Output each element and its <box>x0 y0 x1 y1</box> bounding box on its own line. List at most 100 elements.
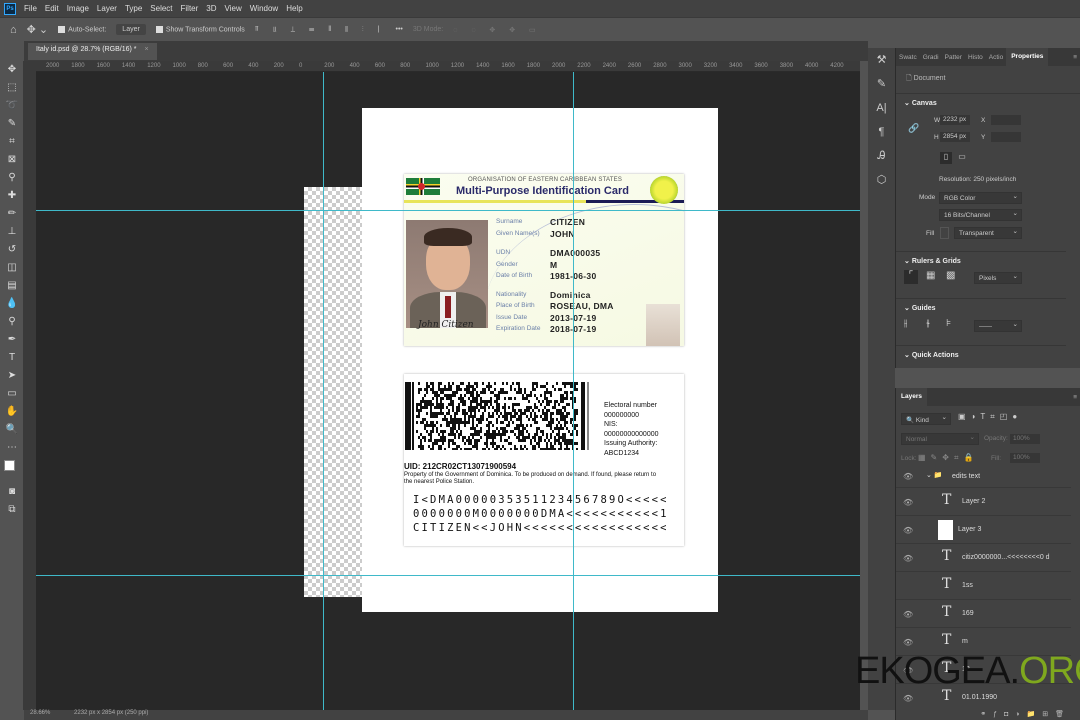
gradient-tool-icon[interactable]: ▤ <box>0 277 24 295</box>
document-tab[interactable]: Italy id.psd @ 28.7% (RGB/16) * × <box>28 43 157 60</box>
auto-select-checkbox[interactable]: Auto-Select: <box>58 26 106 33</box>
id-card-front[interactable]: ORGANISATION OF EASTERN CARIBBEAN STATES… <box>404 174 684 346</box>
grid-icon[interactable]: ▦ <box>926 270 935 281</box>
eyedropper-icon[interactable]: ⚲ <box>0 169 24 187</box>
more-tools-icon[interactable]: ⋯ <box>0 439 24 457</box>
3d-icon[interactable]: ⬡ <box>868 168 895 192</box>
fill-dropdown[interactable]: Transparent <box>954 227 1022 239</box>
layer-name[interactable]: m <box>962 638 968 645</box>
menu-3d[interactable]: 3D <box>206 4 216 13</box>
healing-brush-icon[interactable]: ✚ <box>0 187 24 205</box>
tab-gradients[interactable]: Gradi <box>920 54 942 61</box>
type-tool-icon[interactable]: T <box>0 349 24 367</box>
layer-name[interactable]: 169 <box>962 610 974 617</box>
ruler-icon[interactable]: ⌜ <box>904 270 918 284</box>
quick-select-icon[interactable]: ✎ <box>0 115 24 133</box>
canvas-section-header[interactable]: ⌄ Canvas <box>896 94 1080 112</box>
dodge-tool-icon[interactable]: ⚲ <box>0 313 24 331</box>
portrait-icon[interactable]: ▯ <box>940 152 952 164</box>
rulers-grids-header[interactable]: ⌄ Rulers & Grids <box>896 251 1066 270</box>
screen-mode-icon[interactable]: ⧉ <box>0 501 24 519</box>
visibility-eye-icon[interactable]: 👁 <box>903 526 913 535</box>
menu-select[interactable]: Select <box>150 4 172 13</box>
quick-actions-header[interactable]: ⌄ Quick Actions <box>896 345 1066 364</box>
move-tool-icon[interactable]: ✥ ⌄ <box>27 23 49 36</box>
auto-select-target-dropdown[interactable]: Layer <box>116 24 146 35</box>
menu-edit[interactable]: Edit <box>45 4 59 13</box>
color-swatches-icon[interactable] <box>0 457 24 483</box>
layer-name[interactable]: 01.01.1990 <box>962 694 997 701</box>
guide-horizontal[interactable] <box>36 210 860 211</box>
menu-window[interactable]: Window <box>250 4 278 13</box>
guide-style-dropdown[interactable]: —— <box>974 320 1022 332</box>
width-field[interactable]: 2232 px <box>940 115 970 125</box>
menu-image[interactable]: Image <box>67 4 89 13</box>
layer-name[interactable]: Layer 3 <box>958 526 981 533</box>
panel-menu-icon[interactable]: ≡ <box>1070 394 1080 401</box>
visibility-eye-icon[interactable]: 👁 <box>903 638 913 647</box>
smart-guides-icon[interactable]: ⊧ <box>946 318 951 329</box>
menu-type[interactable]: Type <box>125 4 142 13</box>
hand-tool-icon[interactable]: ✋ <box>0 403 24 421</box>
layer-row[interactable]: 👁 Layer 3 <box>896 516 1071 544</box>
menu-layer[interactable]: Layer <box>97 4 117 13</box>
menu-file[interactable]: File <box>24 4 37 13</box>
layer-row[interactable]: T1ss <box>896 572 1071 600</box>
visibility-eye-icon[interactable]: 👁 <box>903 554 913 563</box>
pixel-grid-icon[interactable]: ▩ <box>946 270 955 281</box>
landscape-icon[interactable]: ▭ <box>956 152 968 164</box>
clone-stamp-icon[interactable]: ⊥ <box>0 223 24 241</box>
visibility-eye-icon[interactable]: 👁 <box>903 610 913 619</box>
history-brush-icon[interactable]: ↺ <box>0 241 24 259</box>
units-dropdown[interactable]: Pixels <box>974 272 1022 284</box>
guide-horizontal[interactable] <box>36 575 860 576</box>
opacity-field[interactable]: 100% <box>1010 434 1040 444</box>
brush-settings-icon[interactable]: ⚒ <box>868 48 895 72</box>
layer-name[interactable]: 1ss <box>962 582 973 589</box>
filter-kind-dropdown[interactable]: 🔍 Kind <box>901 413 951 425</box>
canvas-area[interactable]: ORGANISATION OF EASTERN CARIBBEAN STATES… <box>36 72 860 710</box>
brush-tool-icon[interactable]: ✏ <box>0 205 24 223</box>
layer-name[interactable]: Layer 2 <box>962 498 985 505</box>
lock-guides-icon[interactable]: ⫳ <box>926 318 930 329</box>
frame-tool-icon[interactable]: ⊠ <box>0 151 24 169</box>
fill-field[interactable]: 100% <box>1010 453 1040 463</box>
quick-mask-icon[interactable]: ◙ <box>0 483 24 501</box>
tab-history[interactable]: Histo <box>965 54 986 61</box>
layer-row[interactable]: 👁TLayer 2 <box>896 488 1071 516</box>
layer-row[interactable]: 👁T169 <box>896 600 1071 628</box>
layer-row[interactable]: 👁Tcitiz0000000...<<<<<<<<0 d <box>896 544 1071 572</box>
document-size[interactable]: 2232 px x 2854 px (250 ppi) <box>74 710 148 716</box>
close-tab-icon[interactable]: × <box>144 46 148 53</box>
pen-tool-icon[interactable]: ✒ <box>0 331 24 349</box>
show-transform-checkbox[interactable]: Show Transform Controls <box>156 26 245 33</box>
bit-depth-dropdown[interactable]: 16 Bits/Channel <box>939 209 1022 221</box>
visibility-eye-icon[interactable]: 👁 <box>903 472 913 481</box>
menu-filter[interactable]: Filter <box>181 4 199 13</box>
guides-icon[interactable]: ⫲ <box>904 318 907 329</box>
mode-dropdown[interactable]: RGB Color <box>939 192 1022 204</box>
tab-properties[interactable]: Properties <box>1006 48 1048 66</box>
rectangle-tool-icon[interactable]: ▭ <box>0 385 24 403</box>
glyphs-icon[interactable]: Ꭿ <box>868 144 895 168</box>
tab-layers[interactable]: Layers <box>896 388 927 406</box>
guide-vertical[interactable] <box>323 72 324 710</box>
paragraph-icon[interactable]: ¶ <box>868 120 895 144</box>
more-options-button[interactable]: ••• <box>396 26 403 33</box>
photoshop-logo[interactable]: Ps <box>4 3 16 15</box>
blend-mode-dropdown[interactable]: Normal <box>901 433 979 445</box>
align-icons[interactable]: ⫪ ⫫ ⊥ ☰ ‖ ⫴ ⫶ | <box>255 26 386 34</box>
fill-swatch[interactable] <box>940 227 949 239</box>
home-icon[interactable]: ⌂ <box>10 24 17 36</box>
eraser-icon[interactable]: ◫ <box>0 259 24 277</box>
x-field[interactable] <box>991 115 1021 125</box>
height-field[interactable]: 2854 px <box>940 132 970 142</box>
zoom-level[interactable]: 28.66% <box>30 710 50 716</box>
marquee-tool-icon[interactable]: ⬚ <box>0 79 24 97</box>
character-icon[interactable]: A| <box>868 96 895 120</box>
lasso-tool-icon[interactable]: ➰ <box>0 97 24 115</box>
document-canvas[interactable]: ORGANISATION OF EASTERN CARIBBEAN STATES… <box>362 108 718 612</box>
menu-help[interactable]: Help <box>286 4 302 13</box>
tab-swatches[interactable]: Swatc <box>896 54 920 61</box>
layer-name[interactable]: edits text <box>952 473 980 480</box>
